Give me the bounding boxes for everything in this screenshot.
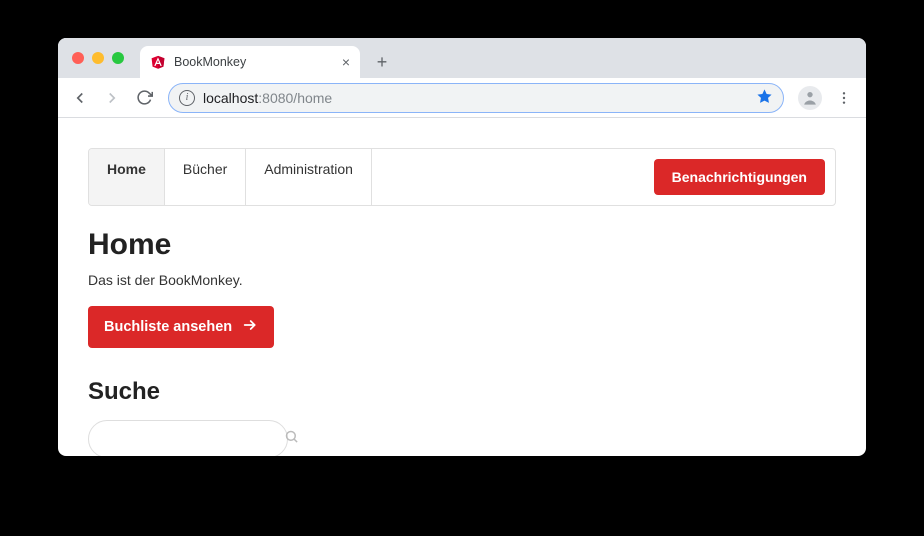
reload-button[interactable] <box>130 84 158 112</box>
nav-item-books[interactable]: Bücher <box>165 149 246 205</box>
close-tab-icon[interactable]: × <box>342 55 350 69</box>
window-controls <box>68 38 132 78</box>
arrow-right-icon <box>242 317 258 337</box>
notifications-button[interactable]: Benachrichtigungen <box>654 159 825 195</box>
cta-label: Buchliste ansehen <box>104 319 232 335</box>
notifications-label: Benachrichtigungen <box>672 169 807 185</box>
view-booklist-button[interactable]: Buchliste ansehen <box>88 306 274 348</box>
search-field-wrapper <box>88 420 288 456</box>
tab-title: BookMonkey <box>174 55 334 69</box>
nav-item-home[interactable]: Home <box>89 149 165 205</box>
main-nav: Home Bücher Administration Benachrichtig… <box>88 148 836 206</box>
site-info-icon[interactable]: i <box>179 90 195 106</box>
nav-item-administration[interactable]: Administration <box>246 149 372 205</box>
nav-item-label: Home <box>107 161 146 177</box>
profile-avatar[interactable] <box>798 86 822 110</box>
tab-strip: BookMonkey × + <box>58 38 866 78</box>
search-heading: Suche <box>88 378 836 406</box>
browser-tab[interactable]: BookMonkey × <box>140 46 360 78</box>
browser-window: BookMonkey × + i localhost:8080/home <box>58 38 866 456</box>
browser-menu-button[interactable] <box>830 84 858 112</box>
window-close-button[interactable] <box>72 52 84 64</box>
window-maximize-button[interactable] <box>112 52 124 64</box>
page-subtitle: Das ist der BookMonkey. <box>88 272 836 288</box>
url-text: localhost:8080/home <box>203 90 332 106</box>
new-tab-button[interactable]: + <box>368 48 396 76</box>
window-minimize-button[interactable] <box>92 52 104 64</box>
forward-button[interactable] <box>98 84 126 112</box>
back-button[interactable] <box>66 84 94 112</box>
nav-item-label: Bücher <box>183 161 227 177</box>
page-content: Home Bücher Administration Benachrichtig… <box>58 118 866 456</box>
search-input[interactable] <box>103 431 284 447</box>
browser-toolbar: i localhost:8080/home <box>58 78 866 118</box>
address-bar[interactable]: i localhost:8080/home <box>168 83 784 113</box>
nav-item-label: Administration <box>264 161 353 177</box>
bookmark-star-icon[interactable] <box>756 88 773 108</box>
nav-spacer <box>372 149 644 205</box>
angular-favicon-icon <box>150 54 166 70</box>
search-icon <box>284 429 299 449</box>
page-heading: Home <box>88 228 836 262</box>
